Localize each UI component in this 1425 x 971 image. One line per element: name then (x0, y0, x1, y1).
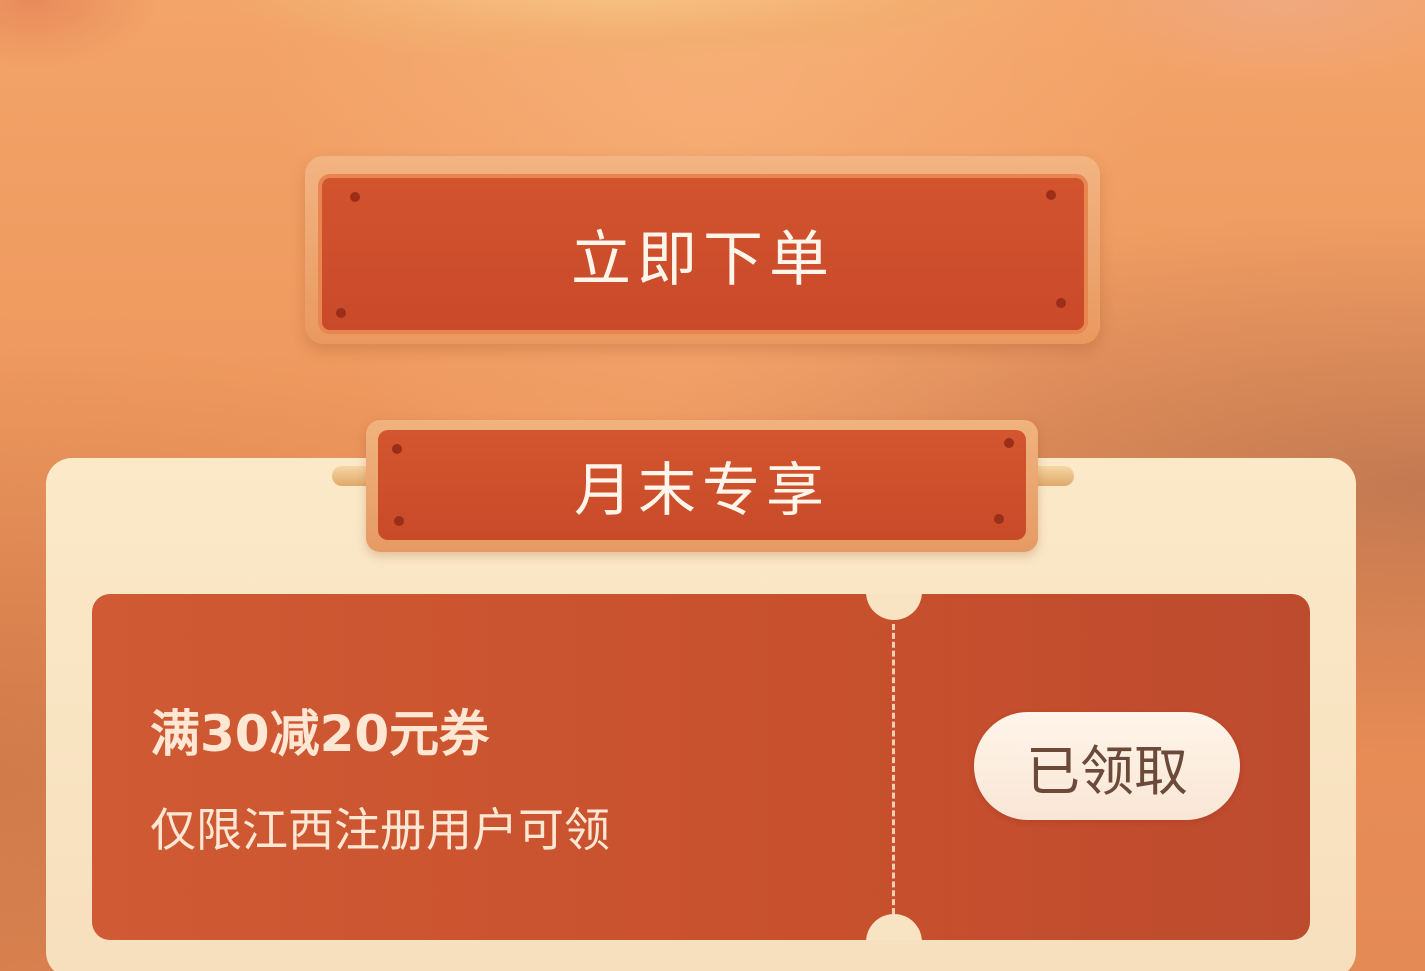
rivet (1046, 190, 1056, 200)
coupon-description: 仅限江西注册用户可领 (150, 803, 610, 857)
month-end-banner: 月末专享 (378, 430, 1026, 540)
rivet (1004, 438, 1014, 448)
coupon-notch-top (866, 594, 922, 620)
rivet (394, 516, 404, 526)
top-left-decoration (0, 0, 160, 70)
claimed-button[interactable]: 已领取 (974, 712, 1240, 820)
order-now-button[interactable]: 立即下单 (318, 174, 1088, 334)
coupon-title: 满30减20元券 (150, 705, 490, 763)
rivet (1056, 298, 1066, 308)
top-right-decoration (1065, 0, 1425, 90)
rivet (392, 444, 402, 454)
coupon-notch-bottom (866, 914, 922, 940)
banner-title: 月末专享 (573, 456, 830, 524)
top-decoration (210, 0, 1040, 60)
rivet (350, 192, 360, 202)
order-now-label: 立即下单 (571, 224, 835, 295)
claimed-label: 已领取 (1026, 739, 1188, 803)
rivet (336, 308, 346, 318)
rivet (994, 514, 1004, 524)
coupon-perforation (892, 624, 895, 914)
coupon-card: 满30减20元券 仅限江西注册用户可领 已领取 (92, 594, 1310, 940)
